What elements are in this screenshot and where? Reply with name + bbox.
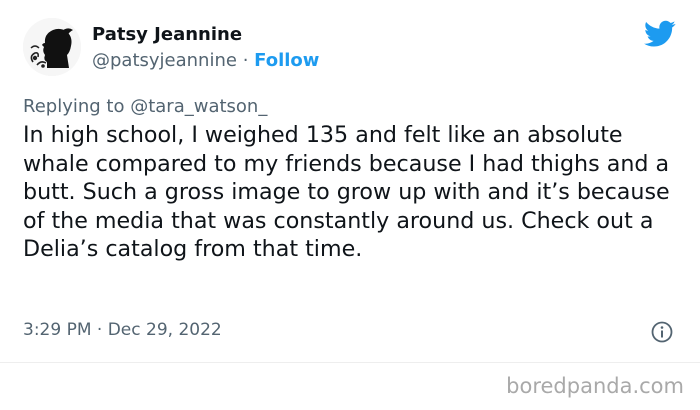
- author-handle-row: @patsyjeannine · Follow: [92, 50, 319, 71]
- watermark: boredpanda.com: [506, 374, 684, 398]
- meta-separator: ·: [96, 320, 103, 340]
- silhouette-avatar-icon: [23, 18, 81, 76]
- replying-to-handle[interactable]: @tara_watson_: [130, 96, 267, 117]
- separator-dot: ·: [242, 50, 249, 71]
- replying-to: Replying to @tara_watson_: [23, 96, 267, 117]
- avatar[interactable]: [23, 18, 81, 76]
- author-handle[interactable]: @patsyjeannine: [92, 50, 237, 71]
- tweet-text: In high school, I weighed 135 and felt l…: [23, 122, 670, 263]
- tweet-card: Patsy Jeannine @patsyjeannine · Follow R…: [0, 0, 700, 410]
- divider: [0, 362, 700, 363]
- tweet-meta: 3:29 PM · Dec 29, 2022: [23, 320, 222, 340]
- twitter-bird-icon[interactable]: [644, 20, 676, 48]
- follow-button[interactable]: Follow: [254, 50, 319, 71]
- replying-prefix: Replying to: [23, 96, 131, 117]
- tweet-time[interactable]: 3:29 PM: [23, 320, 92, 340]
- author-name[interactable]: Patsy Jeannine: [92, 24, 242, 45]
- tweet-date[interactable]: Dec 29, 2022: [108, 320, 222, 340]
- info-icon[interactable]: [650, 320, 674, 344]
